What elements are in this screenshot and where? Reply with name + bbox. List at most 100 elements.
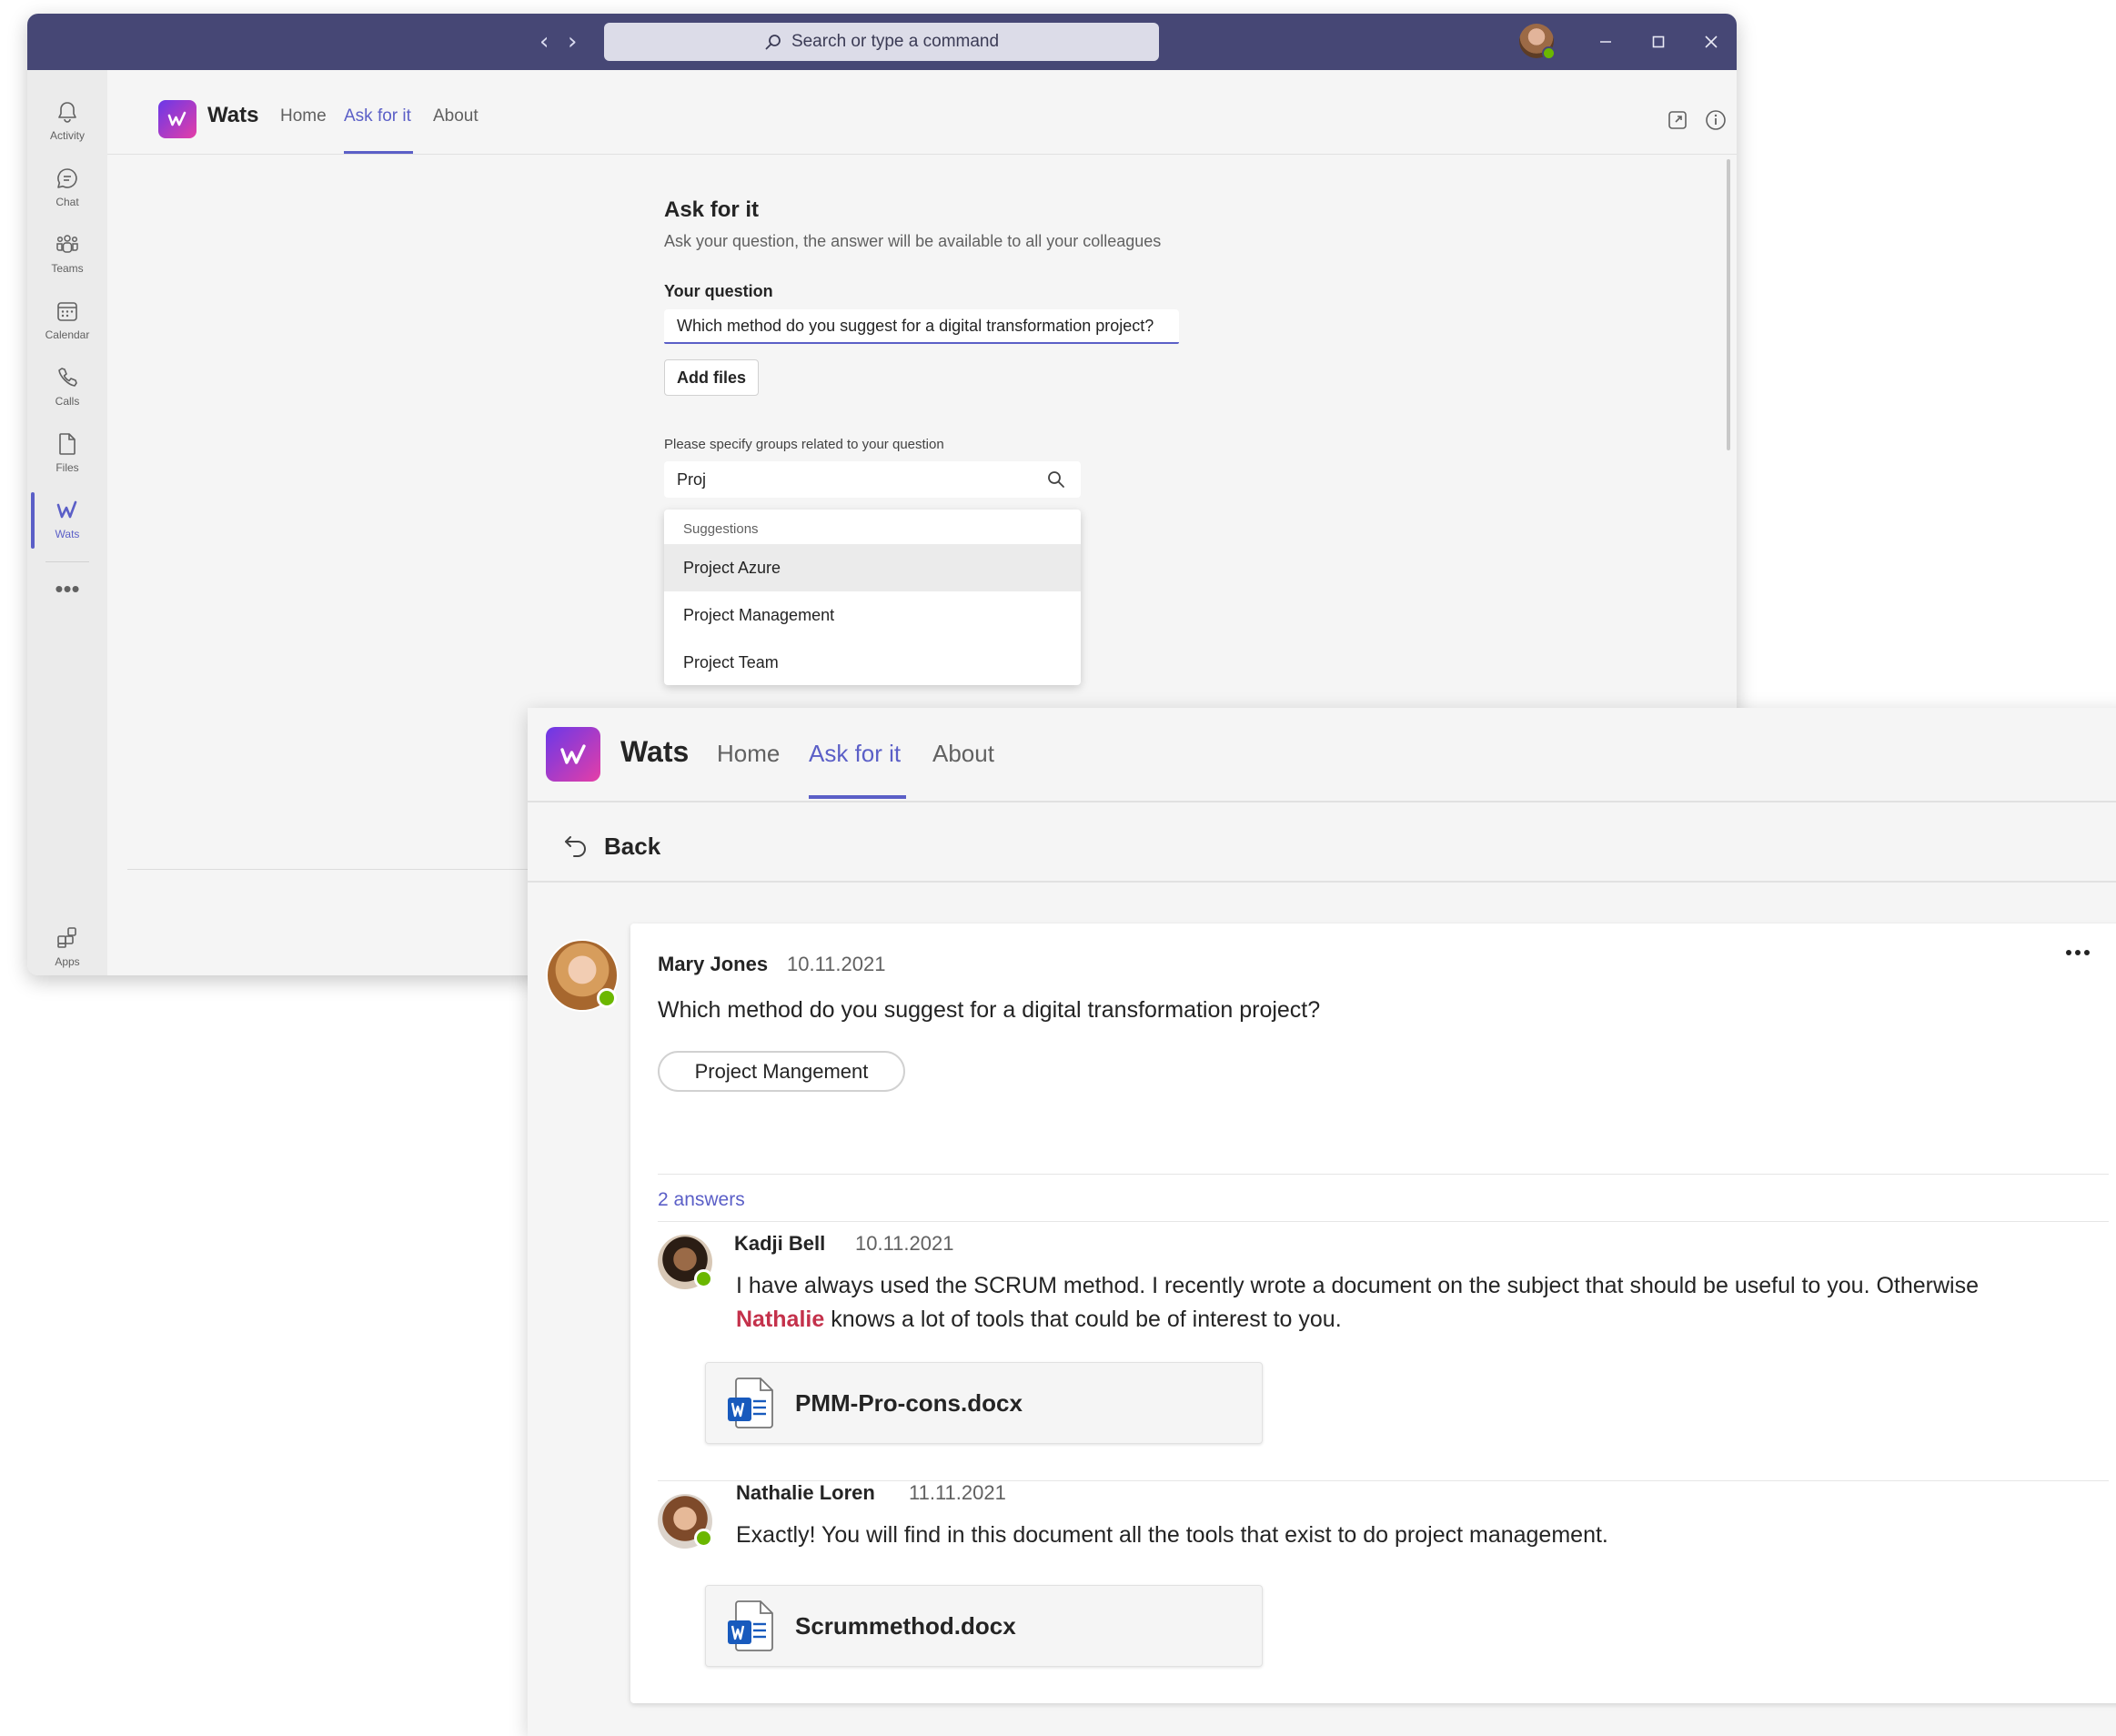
tab-about[interactable]: About	[433, 106, 479, 126]
answer-author: Kadji Bell	[734, 1232, 826, 1255]
back-bar	[528, 804, 2116, 883]
divider	[658, 1174, 2109, 1175]
calendar-icon	[57, 301, 77, 321]
rail-divider	[45, 561, 89, 562]
file-attachment[interactable]: Scrummethod.docx	[705, 1585, 1263, 1667]
divider	[658, 1480, 2109, 1481]
rail-item-activity[interactable]: Activity	[27, 88, 107, 152]
groups-label: Please specify groups related to your qu…	[664, 437, 944, 452]
answer-text: Exactly! You will find in this document …	[736, 1522, 1608, 1548]
word-document-icon	[728, 1600, 773, 1651]
search-icon	[765, 35, 781, 50]
search-icon[interactable]	[1046, 469, 1066, 490]
presence-icon	[1542, 46, 1556, 60]
rail-label: Chat	[55, 195, 79, 208]
presence-icon	[694, 1529, 713, 1548]
teams-icon	[56, 234, 78, 253]
wats-logo	[158, 100, 196, 138]
popout-icon[interactable]	[1666, 108, 1689, 132]
presence-icon	[597, 988, 617, 1008]
question-date: 10.11.2021	[787, 953, 886, 975]
tab-ask-for-it[interactable]: Ask for it	[344, 106, 411, 126]
back-button[interactable]: Back	[604, 833, 660, 861]
wats-thread-window: Wats Home Ask for it About Back Mary Jon…	[528, 708, 2116, 1736]
active-rail-indicator	[31, 492, 35, 549]
rail-label: Teams	[51, 261, 84, 275]
bell-icon	[58, 101, 76, 123]
search-placeholder: Search or type a command	[791, 32, 1000, 51]
phone-icon	[58, 367, 77, 387]
app-header: Wats Home Ask for it About	[107, 70, 1737, 155]
wats-logo	[546, 727, 600, 782]
command-search-box[interactable]: Search or type a command	[604, 23, 1159, 61]
suggestion-item[interactable]: Project Team	[664, 639, 1081, 685]
form-subtitle: Ask your question, the answer will be av…	[664, 232, 1162, 250]
app-header: Wats Home Ask for it About	[528, 708, 2116, 802]
question-text: Which method do you suggest for a digita…	[658, 997, 1321, 1023]
form-title: Ask for it	[664, 197, 760, 222]
wats-logo-icon	[167, 111, 186, 126]
answer-text-part: knows a lot of tools that could be of in…	[824, 1307, 1342, 1332]
suggestion-item[interactable]: Project Azure	[664, 544, 1081, 591]
presence-icon	[694, 1269, 713, 1288]
chat-icon	[57, 167, 77, 188]
add-files-button[interactable]: Add files	[664, 359, 759, 396]
wats-icon	[56, 500, 77, 518]
title-bar: ‹ › Search or type a command	[27, 14, 1737, 70]
mention[interactable]: Nathalie	[736, 1307, 824, 1332]
back-arrow-icon[interactable]: ‹	[539, 28, 549, 56]
rail-label: Calls	[55, 394, 80, 408]
close-icon[interactable]	[1696, 26, 1727, 57]
answer-author: Nathalie Loren	[736, 1481, 875, 1504]
apps-icon	[57, 926, 76, 948]
divider	[658, 1221, 2109, 1222]
rail-item-calls[interactable]: Calls	[27, 354, 107, 418]
file-attachment[interactable]: PMM-Pro-cons.docx	[705, 1362, 1263, 1444]
rail-item-chat[interactable]: Chat	[27, 155, 107, 218]
rail-item-teams[interactable]: Teams	[27, 221, 107, 285]
answer-date: 11.11.2021	[909, 1481, 1006, 1504]
rail-label: Apps	[55, 954, 80, 968]
word-document-icon	[728, 1378, 773, 1428]
wats-logo-icon	[560, 744, 586, 764]
maximize-icon[interactable]	[1643, 26, 1674, 57]
question-input[interactable]	[664, 309, 1179, 344]
answer-date: 10.11.2021	[855, 1232, 954, 1255]
suggestion-item[interactable]: Project Management	[664, 591, 1081, 639]
app-name: Wats	[620, 735, 690, 768]
question-card: Mary Jones 10.11.2021 Which method do yo…	[630, 924, 2116, 1703]
suggestions-dropdown: Suggestions Project Azure Project Manage…	[664, 510, 1081, 685]
rail-item-files[interactable]: Files	[27, 420, 107, 484]
rail-label: Activity	[49, 128, 85, 142]
active-tab-indicator	[344, 151, 413, 154]
rail-item-calendar[interactable]: Calendar	[27, 288, 107, 351]
tab-home[interactable]: Home	[280, 106, 327, 126]
file-name: Scrummethod.docx	[795, 1611, 1016, 1640]
group-tag[interactable]: Project Mangement	[658, 1051, 905, 1092]
answer-text-part: I have always used the SCRUM method. I r…	[736, 1273, 1980, 1298]
more-options-icon[interactable]	[2061, 942, 2095, 964]
file-name: PMM-Pro-cons.docx	[795, 1388, 1023, 1417]
rail-label: Wats	[55, 527, 80, 540]
active-tab-indicator	[809, 795, 906, 799]
rail-label: Calendar	[45, 328, 90, 341]
back-arrow-icon[interactable]	[562, 830, 589, 857]
group-search-input[interactable]	[664, 461, 1081, 498]
answers-count[interactable]: 2 answers	[658, 1189, 745, 1211]
tab-ask-for-it[interactable]: Ask for it	[809, 740, 901, 768]
rail-item-apps[interactable]: Apps	[27, 914, 107, 975]
more-apps-icon[interactable]: •••	[27, 577, 107, 601]
rail-item-wats[interactable]: Wats	[27, 487, 107, 550]
scrollbar[interactable]	[1727, 159, 1730, 450]
suggestions-header: Suggestions	[683, 521, 759, 537]
minimize-icon[interactable]	[1590, 26, 1621, 57]
tab-about[interactable]: About	[932, 740, 994, 768]
app-rail: Activity Chat Teams Calendar Calls Files…	[27, 70, 107, 975]
app-name: Wats	[207, 103, 259, 127]
question-label: Your question	[664, 282, 773, 300]
file-icon	[59, 432, 76, 455]
tab-home[interactable]: Home	[717, 740, 780, 768]
info-icon[interactable]	[1704, 108, 1728, 132]
forward-arrow-icon[interactable]: ›	[568, 28, 577, 56]
answer-text: I have always used the SCRUM method. I r…	[736, 1269, 2101, 1337]
